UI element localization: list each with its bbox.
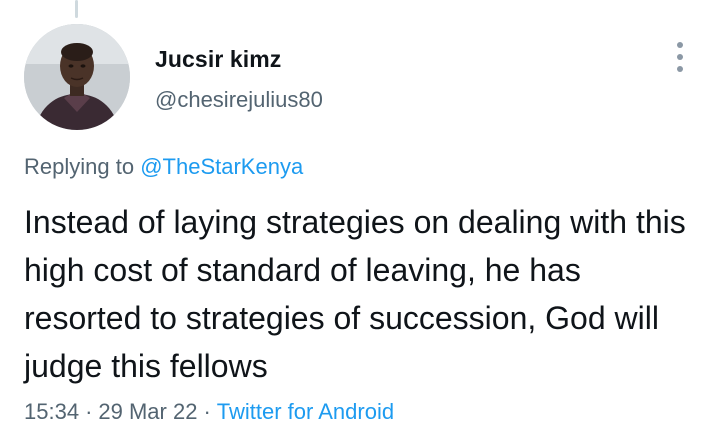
tweet-time[interactable]: 15:34 [24, 399, 79, 424]
more-vertical-icon[interactable] [668, 40, 692, 74]
author-display-name[interactable]: Jucsir kimz [155, 46, 281, 73]
tweet-date[interactable]: 29 Mar 22 [98, 399, 197, 424]
more-dot [677, 54, 683, 60]
tweet-source-link[interactable]: Twitter for Android [217, 399, 394, 424]
more-dot [677, 42, 683, 48]
separator: · [203, 399, 211, 424]
replying-to-line: Replying to @TheStarKenya [24, 154, 303, 180]
replying-to-label: Replying to [24, 154, 135, 179]
separator: · [85, 399, 93, 424]
more-dot [677, 66, 683, 72]
profile-photo [24, 24, 130, 130]
author-handle[interactable]: @chesirejulius80 [155, 87, 323, 113]
tweet-text: Instead of laying strategies on dealing … [24, 204, 686, 384]
thread-connector-line [75, 0, 78, 18]
tweet-card: Jucsir kimz @chesirejulius80 Replying to… [0, 0, 720, 447]
avatar[interactable] [24, 24, 130, 130]
reply-mention-link[interactable]: @TheStarKenya [140, 154, 303, 179]
tweet-metadata: 15:34 · 29 Mar 22 · Twitter for Android [24, 399, 394, 425]
